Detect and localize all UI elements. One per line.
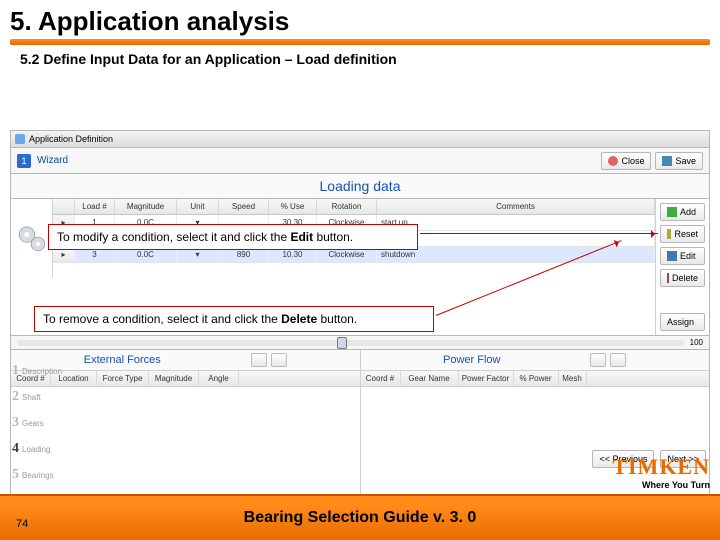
close-icon	[608, 156, 618, 166]
page-number: 74	[16, 518, 28, 530]
external-forces-title: External Forces	[11, 350, 360, 371]
add-button[interactable]: Add	[660, 203, 705, 221]
mini-button[interactable]	[251, 353, 267, 367]
save-icon	[662, 156, 672, 166]
percent-slider[interactable]: 100	[10, 336, 710, 350]
callout-delete: To remove a condition, select it and cli…	[34, 306, 434, 332]
slide-subheading: 5.2 Define Input Data for an Application…	[0, 49, 720, 73]
pencil-icon	[667, 251, 677, 261]
save-label: Save	[675, 156, 696, 166]
lower-panels: External Forces Coord #LocationForce Typ…	[10, 350, 710, 508]
timken-tagline: Where You Turn	[612, 480, 710, 490]
mini-button[interactable]	[271, 353, 287, 367]
window-title-text: Application Definition	[29, 134, 113, 144]
wizard-step-label: Wizard	[37, 155, 68, 166]
arrow-edit	[420, 233, 658, 234]
mini-button[interactable]	[590, 353, 606, 367]
reset-icon	[667, 229, 671, 239]
callout-edit: To modify a condition, select it and cli…	[48, 224, 418, 250]
table-action-buttons: Add Reset Edit Delete Assign	[655, 199, 709, 335]
slider-thumb[interactable]	[337, 337, 347, 349]
close-label: Close	[621, 156, 644, 166]
assign-button[interactable]: Assign	[660, 313, 705, 331]
wizard-step-badge: 1	[17, 154, 31, 168]
save-button[interactable]: Save	[655, 152, 703, 170]
slide-title: 5. Application analysis	[0, 0, 720, 39]
edit-button[interactable]: Edit	[660, 247, 705, 265]
wizard-sidebar: 1Description 2Shaft 3Gears 4Loading 5Bea…	[10, 358, 62, 488]
reset-button[interactable]: Reset	[660, 225, 705, 243]
external-forces-grid[interactable]	[11, 387, 360, 507]
power-flow-header: Coord #Gear NamePower Factor% PowerMesh	[361, 371, 710, 387]
mini-button[interactable]	[610, 353, 626, 367]
close-button[interactable]: Close	[601, 152, 651, 170]
plus-icon	[667, 207, 677, 217]
gears-icon	[11, 199, 53, 277]
title-divider	[10, 39, 710, 45]
window-titlebar: Application Definition	[10, 130, 710, 148]
brand-logo: TIMKEN Where You Turn	[612, 454, 710, 490]
trash-icon	[667, 273, 669, 283]
wizard-header: 1 Wizard Close Save	[10, 148, 710, 174]
panel-title-loading: Loading data	[10, 174, 710, 199]
table-header: Load #MagnitudeUnitSpeed% UseRotationCom…	[53, 199, 655, 215]
delete-button[interactable]: Delete	[660, 269, 705, 287]
app-icon	[15, 134, 25, 144]
external-forces-header: Coord #LocationForce TypeMagnitudeAngle	[11, 371, 360, 387]
timken-wordmark: TIMKEN	[612, 454, 710, 480]
slider-value: 100	[690, 338, 703, 347]
footer-bar: 74 Bearing Selection Guide v. 3. 0	[0, 494, 720, 540]
power-flow-title: Power Flow	[361, 350, 710, 371]
footer-title: Bearing Selection Guide v. 3. 0	[244, 509, 477, 527]
slider-track[interactable]	[17, 340, 684, 346]
